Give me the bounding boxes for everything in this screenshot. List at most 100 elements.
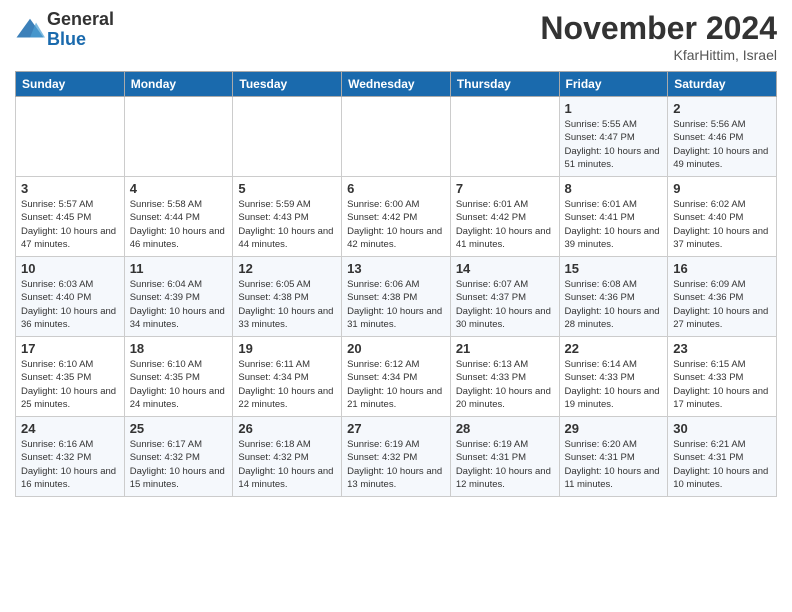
calendar-cell: 6Sunrise: 6:00 AM Sunset: 4:42 PM Daylig… [342, 177, 451, 257]
day-info: Sunrise: 6:13 AM Sunset: 4:33 PM Dayligh… [456, 358, 554, 411]
calendar-cell: 20Sunrise: 6:12 AM Sunset: 4:34 PM Dayli… [342, 337, 451, 417]
day-number: 4 [130, 181, 228, 196]
day-info: Sunrise: 6:14 AM Sunset: 4:33 PM Dayligh… [565, 358, 663, 411]
day-info: Sunrise: 6:10 AM Sunset: 4:35 PM Dayligh… [21, 358, 119, 411]
header: General Blue November 2024 KfarHittim, I… [15, 10, 777, 63]
day-info: Sunrise: 6:15 AM Sunset: 4:33 PM Dayligh… [673, 358, 771, 411]
calendar-container: General Blue November 2024 KfarHittim, I… [0, 0, 792, 507]
title-block: November 2024 KfarHittim, Israel [540, 10, 777, 63]
day-number: 14 [456, 261, 554, 276]
day-info: Sunrise: 6:18 AM Sunset: 4:32 PM Dayligh… [238, 438, 336, 491]
day-number: 18 [130, 341, 228, 356]
logo-icon [15, 15, 45, 45]
day-number: 28 [456, 421, 554, 436]
calendar-cell [16, 97, 125, 177]
day-info: Sunrise: 5:59 AM Sunset: 4:43 PM Dayligh… [238, 198, 336, 251]
calendar-cell: 26 Sunrise: 6:18 AM Sunset: 4:32 PM Dayli… [233, 417, 342, 497]
day-info: Sunrise: 6:01 AM Sunset: 4:42 PM Dayligh… [456, 198, 554, 251]
day-number: 23 [673, 341, 771, 356]
day-info: Sunrise: 6:04 AM Sunset: 4:39 PM Dayligh… [130, 278, 228, 331]
day-number: 3 [21, 181, 119, 196]
day-number: 2 [673, 101, 771, 116]
day-number: 21 [456, 341, 554, 356]
calendar-cell: 5Sunrise: 5:59 AM Sunset: 4:43 PM Daylig… [233, 177, 342, 257]
calendar-cell: 15 Sunrise: 6:08 AM Sunset: 4:36 PM Dayli… [559, 257, 668, 337]
day-info: Sunrise: 6:19 AM Sunset: 4:32 PM Dayligh… [347, 438, 445, 491]
calendar-cell: 21 Sunrise: 6:13 AM Sunset: 4:33 PM Dayli… [450, 337, 559, 417]
calendar-body: 1Sunrise: 5:55 AM Sunset: 4:47 PM Daylig… [16, 97, 777, 497]
day-number: 27 [347, 421, 445, 436]
header-monday: Monday [124, 72, 233, 97]
calendar-cell: 27 Sunrise: 6:19 AM Sunset: 4:32 PM Dayli… [342, 417, 451, 497]
day-info: Sunrise: 6:09 AM Sunset: 4:36 PM Dayligh… [673, 278, 771, 331]
header-saturday: Saturday [668, 72, 777, 97]
calendar-week-5: 24 Sunrise: 6:16 AM Sunset: 4:32 PM Dayli… [16, 417, 777, 497]
day-number: 24 [21, 421, 119, 436]
calendar-cell: 14Sunrise: 6:07 AM Sunset: 4:37 PM Dayli… [450, 257, 559, 337]
calendar-header: Sunday Monday Tuesday Wednesday Thursday… [16, 72, 777, 97]
calendar-week-3: 10Sunrise: 6:03 AM Sunset: 4:40 PM Dayli… [16, 257, 777, 337]
month-title: November 2024 [540, 10, 777, 47]
calendar-cell [124, 97, 233, 177]
header-sunday: Sunday [16, 72, 125, 97]
calendar-cell: 23 Sunrise: 6:15 AM Sunset: 4:33 PM Dayli… [668, 337, 777, 417]
day-number: 11 [130, 261, 228, 276]
day-number: 29 [565, 421, 663, 436]
calendar-cell: 11 Sunrise: 6:04 AM Sunset: 4:39 PM Dayli… [124, 257, 233, 337]
calendar-week-1: 1Sunrise: 5:55 AM Sunset: 4:47 PM Daylig… [16, 97, 777, 177]
calendar-cell [342, 97, 451, 177]
day-number: 7 [456, 181, 554, 196]
day-info: Sunrise: 6:10 AM Sunset: 4:35 PM Dayligh… [130, 358, 228, 411]
calendar-cell: 24 Sunrise: 6:16 AM Sunset: 4:32 PM Dayli… [16, 417, 125, 497]
day-info: Sunrise: 5:56 AM Sunset: 4:46 PM Dayligh… [673, 118, 771, 171]
location: KfarHittim, Israel [540, 47, 777, 63]
calendar-cell: 25 Sunrise: 6:17 AM Sunset: 4:32 PM Dayli… [124, 417, 233, 497]
calendar-cell: 10Sunrise: 6:03 AM Sunset: 4:40 PM Dayli… [16, 257, 125, 337]
calendar-cell: 8 Sunrise: 6:01 AM Sunset: 4:41 PM Daylig… [559, 177, 668, 257]
logo-general: General [47, 10, 114, 30]
day-number: 19 [238, 341, 336, 356]
calendar-cell: 22 Sunrise: 6:14 AM Sunset: 4:33 PM Dayli… [559, 337, 668, 417]
day-info: Sunrise: 6:19 AM Sunset: 4:31 PM Dayligh… [456, 438, 554, 491]
day-number: 16 [673, 261, 771, 276]
day-number: 25 [130, 421, 228, 436]
day-number: 22 [565, 341, 663, 356]
day-info: Sunrise: 5:57 AM Sunset: 4:45 PM Dayligh… [21, 198, 119, 251]
day-number: 9 [673, 181, 771, 196]
calendar-cell: 1Sunrise: 5:55 AM Sunset: 4:47 PM Daylig… [559, 97, 668, 177]
logo-blue: Blue [47, 30, 114, 50]
calendar-cell [450, 97, 559, 177]
day-info: Sunrise: 6:21 AM Sunset: 4:31 PM Dayligh… [673, 438, 771, 491]
calendar-cell: 13Sunrise: 6:06 AM Sunset: 4:38 PM Dayli… [342, 257, 451, 337]
day-number: 20 [347, 341, 445, 356]
calendar-cell: 17Sunrise: 6:10 AM Sunset: 4:35 PM Dayli… [16, 337, 125, 417]
calendar-cell: 3 Sunrise: 5:57 AM Sunset: 4:45 PM Daylig… [16, 177, 125, 257]
calendar-cell: 16 Sunrise: 6:09 AM Sunset: 4:36 PM Dayli… [668, 257, 777, 337]
day-number: 1 [565, 101, 663, 116]
calendar-cell: 4 Sunrise: 5:58 AM Sunset: 4:44 PM Daylig… [124, 177, 233, 257]
day-info: Sunrise: 6:05 AM Sunset: 4:38 PM Dayligh… [238, 278, 336, 331]
day-number: 10 [21, 261, 119, 276]
calendar-cell: 12Sunrise: 6:05 AM Sunset: 4:38 PM Dayli… [233, 257, 342, 337]
calendar-cell: 30Sunrise: 6:21 AM Sunset: 4:31 PM Dayli… [668, 417, 777, 497]
calendar-cell: 9 Sunrise: 6:02 AM Sunset: 4:40 PM Daylig… [668, 177, 777, 257]
day-number: 6 [347, 181, 445, 196]
day-number: 8 [565, 181, 663, 196]
day-number: 26 [238, 421, 336, 436]
header-thursday: Thursday [450, 72, 559, 97]
calendar-cell: 18 Sunrise: 6:10 AM Sunset: 4:35 PM Dayli… [124, 337, 233, 417]
day-info: Sunrise: 6:06 AM Sunset: 4:38 PM Dayligh… [347, 278, 445, 331]
day-info: Sunrise: 6:01 AM Sunset: 4:41 PM Dayligh… [565, 198, 663, 251]
day-info: Sunrise: 5:58 AM Sunset: 4:44 PM Dayligh… [130, 198, 228, 251]
day-number: 15 [565, 261, 663, 276]
logo: General Blue [15, 10, 114, 50]
day-info: Sunrise: 6:17 AM Sunset: 4:32 PM Dayligh… [130, 438, 228, 491]
day-info: Sunrise: 6:11 AM Sunset: 4:34 PM Dayligh… [238, 358, 336, 411]
day-info: Sunrise: 6:08 AM Sunset: 4:36 PM Dayligh… [565, 278, 663, 331]
calendar-week-2: 3 Sunrise: 5:57 AM Sunset: 4:45 PM Daylig… [16, 177, 777, 257]
day-info: Sunrise: 6:16 AM Sunset: 4:32 PM Dayligh… [21, 438, 119, 491]
calendar-cell: 2 Sunrise: 5:56 AM Sunset: 4:46 PM Daylig… [668, 97, 777, 177]
day-info: Sunrise: 6:20 AM Sunset: 4:31 PM Dayligh… [565, 438, 663, 491]
calendar-cell: 7 Sunrise: 6:01 AM Sunset: 4:42 PM Daylig… [450, 177, 559, 257]
day-info: Sunrise: 6:02 AM Sunset: 4:40 PM Dayligh… [673, 198, 771, 251]
